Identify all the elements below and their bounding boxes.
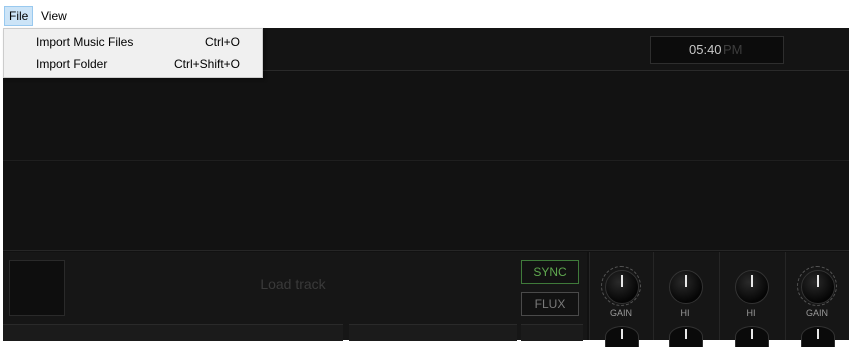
knob-indicator	[817, 329, 819, 339]
knob-indicator	[621, 275, 623, 287]
menu-file[interactable]: File	[4, 6, 34, 26]
deck-control-strip-left[interactable]	[3, 324, 343, 341]
mixer-column: GAIN	[589, 252, 652, 347]
menu-bar: File View	[0, 0, 854, 28]
knob-indicator	[817, 275, 819, 287]
menu-view[interactable]: View	[37, 7, 71, 25]
knob-label: GAIN	[805, 308, 828, 318]
menu-item-shortcut: Ctrl+Shift+O	[173, 57, 240, 71]
mixer-column: HI	[653, 252, 716, 347]
gain-knob[interactable]	[801, 270, 835, 304]
clock-time: 05:40	[689, 42, 722, 57]
knob-label: HI	[680, 308, 690, 318]
mixer-panel: GAIN HI HI GAIN	[589, 252, 849, 347]
hi-eq-knob[interactable]	[735, 270, 769, 304]
album-art[interactable]	[9, 260, 65, 316]
sync-button[interactable]: SYNC	[521, 260, 579, 284]
knob-indicator	[685, 329, 687, 339]
clock-ampm: PM	[723, 42, 743, 57]
flux-button[interactable]: FLUX	[521, 292, 579, 316]
hi-eq-knob[interactable]	[669, 270, 703, 304]
lower-knob[interactable]	[669, 326, 703, 347]
knob-label: HI	[746, 308, 756, 318]
mixer-column: HI	[719, 252, 782, 347]
knob-indicator	[621, 329, 623, 339]
file-dropdown-menu: Import Music Files Ctrl+O Import Folder …	[3, 28, 263, 78]
menu-item-import-folder[interactable]: Import Folder Ctrl+Shift+O	[4, 53, 262, 75]
load-track-label: Load track	[260, 276, 326, 292]
waveform-deck-2[interactable]	[3, 162, 849, 251]
knob-indicator	[751, 329, 753, 339]
mixer-column: GAIN	[785, 252, 848, 347]
waveform-deck-1[interactable]	[3, 72, 849, 161]
knob-indicator	[751, 275, 753, 287]
clock-display: 05:40 PM	[650, 36, 784, 64]
knob-indicator	[685, 275, 687, 287]
deck-control-strip-mid[interactable]	[349, 324, 517, 341]
deck-panel: Load track SYNC FLUX	[3, 252, 587, 341]
lower-knob[interactable]	[735, 326, 769, 347]
lower-knob[interactable]	[801, 326, 835, 347]
lower-knob[interactable]	[605, 326, 639, 347]
deck-control-strip-right[interactable]	[521, 324, 583, 341]
menu-item-label: Import Folder	[36, 57, 108, 71]
gain-knob[interactable]	[605, 270, 639, 304]
menu-item-import-music-files[interactable]: Import Music Files Ctrl+O	[4, 31, 262, 53]
knob-label: GAIN	[609, 308, 632, 318]
menu-item-label: Import Music Files	[36, 35, 134, 49]
menu-item-shortcut: Ctrl+O	[204, 35, 240, 49]
